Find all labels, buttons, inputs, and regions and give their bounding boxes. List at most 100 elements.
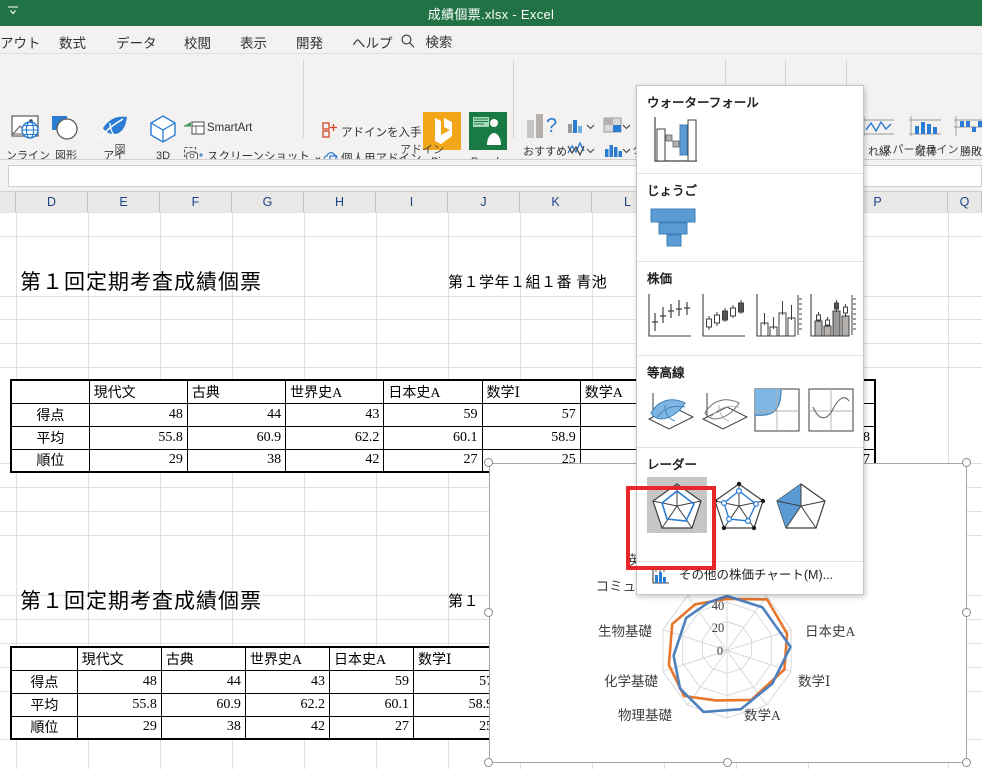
stock-ohlc-thumb-icon[interactable] [699,291,751,346]
tab-review[interactable]: 校閲 [180,30,215,54]
table1-score-kokugo[interactable]: 48 [88,402,188,427]
stock-vhlc-thumb-icon[interactable] [753,291,805,346]
table1-avg-kokugo[interactable]: 55.8 [88,425,188,450]
column-header-F[interactable]: F [160,192,232,212]
stock-vohlc-thumb-icon[interactable] [807,291,859,346]
table2-rank-kokugo[interactable]: 29 [76,715,162,740]
radar-markers-thumb-icon[interactable] [711,479,767,534]
table2-avg-nihonshi[interactable]: 60.1 [328,692,415,717]
chart-handle-bottom-right[interactable] [962,758,971,767]
table1-avg-koten[interactable]: 60.9 [186,425,287,450]
column-header-E[interactable]: E [88,192,160,212]
table1-avg-sekaishi[interactable]: 62.2 [285,425,385,450]
column-header-partial[interactable] [0,192,16,212]
stock-hlc-thumb-icon[interactable] [645,291,697,346]
column-header-I[interactable]: I [376,192,448,212]
chart-handle-top-left[interactable] [484,458,493,467]
table2-corner-cell[interactable] [9,646,78,671]
table1-header-kokugo[interactable]: 現代文 [88,379,188,404]
tab-help[interactable]: ヘルプ [348,30,397,54]
table1-row-label-score[interactable]: 得点 [9,402,90,427]
column-header-H[interactable]: H [304,192,376,212]
table1-rank-nihonshi[interactable]: 27 [383,448,483,473]
line-chart-chevron-down-icon[interactable] [586,144,595,158]
funnel-thumb-icon[interactable] [647,205,707,256]
table1-header-sekaishi[interactable]: 世界史A [285,379,385,404]
surface-3d-thumb-icon[interactable] [645,385,697,438]
table1-rank-kokugo[interactable]: 29 [88,448,188,473]
table2-avg-kokugo[interactable]: 55.8 [76,692,162,717]
table2-rank-suugaku1[interactable]: 25 [413,715,499,740]
table2-header-koten[interactable]: 古典 [160,646,246,671]
wireframe-contour-thumb-icon[interactable] [807,387,855,436]
student-name-1: 第１学年１組１番 青池 [448,275,608,291]
chart-handle-middle-left[interactable] [484,608,493,617]
column-header-Q[interactable]: Q [948,192,982,212]
table1-rank-koten[interactable]: 38 [186,448,287,473]
more-stock-charts-menu-item[interactable]: その他の株価チャート(M)... [637,562,863,588]
column-chart-icon[interactable] [566,116,588,137]
smartart-button[interactable]: SmartArt [207,122,252,134]
table1-score-sekaishi[interactable]: 43 [285,402,385,427]
table2-rank-koten[interactable]: 38 [160,715,246,740]
table2-row-label-score[interactable]: 得点 [9,669,78,694]
column-chart-chevron-down-icon[interactable] [586,120,595,134]
table2-header-sekaishi[interactable]: 世界史A [244,646,330,671]
tab-formulas[interactable]: 数式 [55,30,90,54]
table2-rank-nihonshi[interactable]: 27 [328,715,415,740]
table1-rank-sekaishi[interactable]: 42 [285,448,385,473]
hierarchy-chart-chevron-down-icon[interactable] [622,120,631,134]
table2-score-kokugo[interactable]: 48 [76,669,162,694]
recommended-charts-button[interactable]: ? おすすめ グラフ [518,112,572,159]
table2-row-label-rank[interactable]: 順位 [9,715,78,740]
table2-header-kokugo[interactable]: 現代文 [76,646,162,671]
table2-row-label-average[interactable]: 平均 [9,692,78,717]
table2-score-sekaishi[interactable]: 43 [244,669,330,694]
table2-rank-sekaishi[interactable]: 42 [244,715,330,740]
waterfall-thumb-icon[interactable] [649,115,709,170]
contour-thumb-icon[interactable] [753,387,801,436]
table2-avg-sekaishi[interactable]: 62.2 [244,692,330,717]
table1-score-koten[interactable]: 44 [186,402,287,427]
radar-filled-thumb-icon[interactable] [773,479,829,534]
table1-avg-nihonshi[interactable]: 60.1 [383,425,483,450]
table1-avg-suugaku1[interactable]: 58.9 [481,425,581,450]
table1-header-nihonshi[interactable]: 日本史A [383,379,483,404]
chart-handle-bottom-center[interactable] [723,758,732,767]
table2-header-nihonshi[interactable]: 日本史A [328,646,415,671]
gallery-section-title-stock: 株価 [647,272,673,286]
column-header-J[interactable]: J [448,192,520,212]
table2-avg-suugaku1[interactable]: 58.9 [413,692,499,717]
wireframe-3d-thumb-icon[interactable] [699,385,751,438]
get-addins-button[interactable]: アドインを入手 [341,124,422,140]
table2-avg-koten[interactable]: 60.9 [160,692,246,717]
tab-page-layout[interactable]: アウト [0,30,45,54]
hierarchy-chart-icon[interactable] [602,116,624,137]
waterfall-funnel-stock-chart-gallery[interactable]: ウォーターフォール じょうご 株価 等高線 レーダー その他の株価チャート(M)… [636,85,864,595]
column-header-D[interactable]: D [16,192,88,212]
line-chart-icon[interactable] [566,140,588,159]
table1-row-label-rank[interactable]: 順位 [9,448,90,473]
table2-score-nihonshi[interactable]: 59 [328,669,415,694]
tab-data[interactable]: データ [112,30,161,54]
table2-score-koten[interactable]: 44 [160,669,246,694]
chart-handle-top-right[interactable] [962,458,971,467]
table2-header-suugaku1[interactable]: 数学Ⅰ [413,646,499,671]
chart-handle-middle-right[interactable] [962,608,971,617]
table1-row-label-average[interactable]: 平均 [9,425,90,450]
gallery-section-title-waterfall: ウォーターフォール [647,96,759,110]
radar-thumb-icon[interactable] [649,479,705,534]
table1-header-suugaku1[interactable]: 数学Ⅰ [481,379,581,404]
table1-score-nihonshi[interactable]: 59 [383,402,483,427]
table1-corner-cell[interactable] [9,379,90,404]
table1-header-koten[interactable]: 古典 [186,379,287,404]
column-header-K[interactable]: K [520,192,592,212]
search-box[interactable]: 検索 [400,31,452,52]
tab-view[interactable]: 表示 [236,30,271,54]
column-header-G[interactable]: G [232,192,304,212]
table2-score-suugaku1[interactable]: 57 [413,669,499,694]
table1-score-suugaku1[interactable]: 57 [481,402,581,427]
tab-developer[interactable]: 開発 [292,30,327,54]
chart-handle-bottom-left[interactable] [484,758,493,767]
screenshot-button[interactable]: スクリーンショット ⌄ [207,148,323,159]
